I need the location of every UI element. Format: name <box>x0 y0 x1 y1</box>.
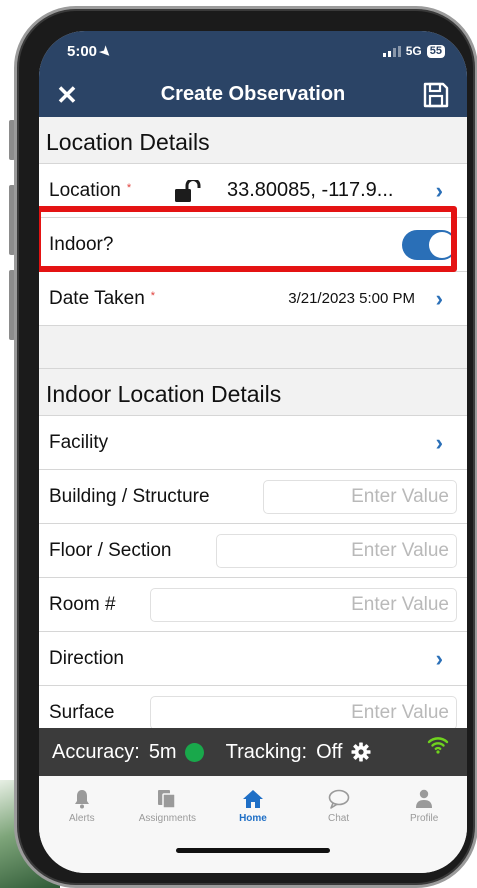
building-row: Building / Structure Enter Value <box>39 470 467 524</box>
tab-label: Chat <box>328 813 350 824</box>
chevron-right-icon: › <box>435 429 443 455</box>
floor-input[interactable]: Enter Value <box>216 534 457 568</box>
required-marker: * <box>126 181 132 194</box>
tracking-bar: Accuracy: 5m Tracking: Off <box>39 728 467 776</box>
signal-icon <box>382 45 401 57</box>
indoor-toggle[interactable] <box>402 230 457 260</box>
tab-label: Home <box>239 813 267 824</box>
tab-label: Profile <box>409 813 439 824</box>
form-content: Location Details Location * 33.80085, -1… <box>39 117 467 740</box>
room-row: Room # Enter Value <box>39 578 467 632</box>
top-bar: 5:00➤ 5G 55 ✕ Create Observation <box>39 31 467 117</box>
direction-row[interactable]: Direction › <box>39 632 467 686</box>
bell-icon <box>39 788 125 810</box>
date-taken-row[interactable]: Date Taken * 3/21/2023 5:00 PM › <box>39 272 467 326</box>
building-label: Building / Structure <box>49 485 210 507</box>
accuracy-value: 5m <box>148 740 177 763</box>
tab-bar: Alerts Assignments Home Chat Profile <box>39 776 467 873</box>
indoor-row: Indoor? <box>39 218 467 272</box>
indoor-label: Indoor? <box>49 233 114 255</box>
network-label: 5G <box>405 44 422 58</box>
home-icon <box>210 788 296 810</box>
phone-screen: 5:00➤ 5G 55 ✕ Create Observation Locatio… <box>39 31 467 873</box>
location-label: Location <box>49 179 121 201</box>
chevron-right-icon: › <box>435 645 443 671</box>
tab-home[interactable]: Home <box>210 776 296 873</box>
surface-input[interactable]: Enter Value <box>150 696 457 730</box>
unlock-icon[interactable] <box>175 180 201 202</box>
tab-assignments[interactable]: Assignments <box>125 776 211 873</box>
home-indicator <box>176 848 330 853</box>
tab-profile[interactable]: Profile <box>381 776 467 873</box>
chevron-right-icon: › <box>435 177 443 203</box>
save-icon <box>423 82 449 108</box>
person-icon <box>381 788 467 810</box>
status-indicators: 5G 55 <box>382 44 445 58</box>
tab-label: Alerts <box>69 813 95 824</box>
tracking-value: Off <box>316 740 343 763</box>
toggle-knob <box>429 232 455 258</box>
chat-icon <box>296 788 382 810</box>
wifi-icon <box>427 737 449 754</box>
tab-alerts[interactable]: Alerts <box>39 776 125 873</box>
direction-label: Direction <box>49 647 124 669</box>
tab-chat[interactable]: Chat <box>296 776 382 873</box>
location-value: 33.80085, -117.9... <box>227 179 394 201</box>
location-row[interactable]: Location * 33.80085, -117.9... › <box>39 164 467 218</box>
accuracy-label: Accuracy: <box>52 740 140 763</box>
facility-label: Facility <box>49 431 109 453</box>
floor-label: Floor / Section <box>49 539 172 561</box>
page-title: Create Observation <box>160 83 346 105</box>
date-taken-label: Date Taken <box>49 287 145 309</box>
section-header-location: Location Details <box>39 117 467 164</box>
battery-icon: 55 <box>426 44 445 58</box>
section-spacer <box>39 326 467 369</box>
accuracy-status-dot <box>184 742 204 762</box>
surface-label: Surface <box>49 701 115 723</box>
floor-row: Floor / Section Enter Value <box>39 524 467 578</box>
facility-row[interactable]: Facility › <box>39 416 467 470</box>
status-time-text: 5:00 <box>67 43 98 60</box>
section-header-indoor: Indoor Location Details <box>39 369 467 416</box>
gear-icon[interactable] <box>351 742 371 762</box>
chevron-right-icon: › <box>435 285 443 311</box>
date-taken-value: 3/21/2023 5:00 PM <box>288 290 415 307</box>
location-arrow-icon: ➤ <box>96 42 115 61</box>
required-marker: * <box>150 289 156 302</box>
save-button[interactable] <box>422 81 450 109</box>
room-label: Room # <box>49 593 116 615</box>
tracking-label: Tracking: <box>225 740 308 763</box>
status-time: 5:00➤ <box>67 42 115 60</box>
tab-label: Assignments <box>138 813 197 824</box>
building-input[interactable]: Enter Value <box>263 480 457 514</box>
room-input[interactable]: Enter Value <box>150 588 457 622</box>
clipboard-icon <box>125 788 211 810</box>
